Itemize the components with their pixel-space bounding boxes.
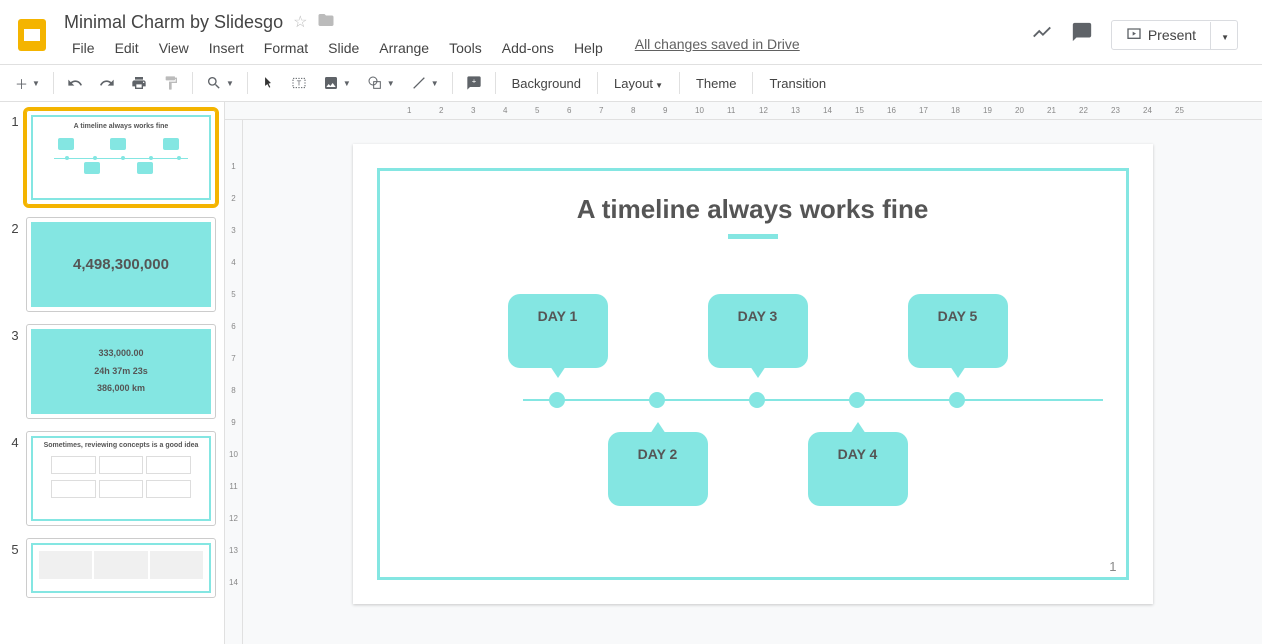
paint-format-button[interactable] xyxy=(156,70,186,96)
day2-box[interactable]: DAY 2 xyxy=(608,432,708,506)
slide-canvas[interactable]: A timeline always works fine DAY 1 DAY 3… xyxy=(353,144,1153,604)
ruler-vertical: 1234567891011121314 xyxy=(225,120,243,644)
undo-button[interactable] xyxy=(60,70,90,96)
slide-thumb-3[interactable]: 333,000.00 24h 37m 23s 386,000 km xyxy=(26,324,216,419)
timeline-line[interactable] xyxy=(523,399,1103,401)
menu-insert[interactable]: Insert xyxy=(201,36,252,60)
menu-edit[interactable]: Edit xyxy=(107,36,147,60)
present-label: Present xyxy=(1148,27,1196,43)
slide-num-2: 2 xyxy=(4,217,26,312)
redo-button[interactable] xyxy=(92,70,122,96)
background-button[interactable]: Background xyxy=(502,71,591,96)
canvas-container[interactable]: A timeline always works fine DAY 1 DAY 3… xyxy=(243,120,1262,644)
day4-box[interactable]: DAY 4 xyxy=(808,432,908,506)
star-icon[interactable]: ☆ xyxy=(293,12,307,32)
timeline-dot[interactable] xyxy=(549,392,565,408)
slide-num-1: 1 xyxy=(4,110,26,205)
menu-bar: File Edit View Insert Format Slide Arran… xyxy=(64,36,1031,60)
new-slide-button[interactable]: ＋▼ xyxy=(8,69,47,98)
menu-tools[interactable]: Tools xyxy=(441,36,490,60)
svg-text:+: + xyxy=(471,77,475,86)
day3-box[interactable]: DAY 3 xyxy=(708,294,808,368)
slide-num-5: 5 xyxy=(4,538,26,598)
toolbar: ＋▼ ▼ T ▼ ▼ ▼ + Background Layout▼ Theme … xyxy=(0,64,1262,102)
image-tool[interactable]: ▼ xyxy=(316,70,358,96)
timeline-dot[interactable] xyxy=(649,392,665,408)
menu-arrange[interactable]: Arrange xyxy=(371,36,437,60)
slide-num-3: 3 xyxy=(4,324,26,419)
title-underline xyxy=(728,234,778,239)
doc-title[interactable]: Minimal Charm by Slidesgo xyxy=(64,12,283,33)
menu-help[interactable]: Help xyxy=(566,36,611,60)
filmstrip[interactable]: 1 A timeline always works fine 2 4,498,3… xyxy=(0,102,225,644)
theme-button[interactable]: Theme xyxy=(686,71,746,96)
menu-slide[interactable]: Slide xyxy=(320,36,367,60)
slide-thumb-1[interactable]: A timeline always works fine xyxy=(26,110,216,205)
comment-button[interactable]: + xyxy=(459,70,489,96)
day1-box[interactable]: DAY 1 xyxy=(508,294,608,368)
drive-status[interactable]: All changes saved in Drive xyxy=(635,36,800,60)
title-area: Minimal Charm by Slidesgo ☆ File Edit Vi… xyxy=(64,11,1031,60)
menu-file[interactable]: File xyxy=(64,36,103,60)
svg-text:T: T xyxy=(297,79,302,88)
present-dropdown[interactable]: ▼ xyxy=(1210,22,1237,49)
slide-thumb-5[interactable] xyxy=(26,538,216,598)
print-button[interactable] xyxy=(124,70,154,96)
comments-icon[interactable] xyxy=(1071,21,1093,49)
menu-view[interactable]: View xyxy=(151,36,197,60)
workspace: 1 A timeline always works fine 2 4,498,3… xyxy=(0,102,1262,644)
day5-box[interactable]: DAY 5 xyxy=(908,294,1008,368)
present-button[interactable]: Present ▼ xyxy=(1111,20,1238,50)
move-folder-icon[interactable] xyxy=(317,11,335,34)
menu-format[interactable]: Format xyxy=(256,36,316,60)
header-right: Present ▼ xyxy=(1031,20,1250,50)
trending-icon[interactable] xyxy=(1031,21,1053,49)
slide-title[interactable]: A timeline always works fine xyxy=(353,194,1153,225)
slides-logo[interactable] xyxy=(12,15,52,55)
ruler-horizontal: 1234567891011121314151617181920212223242… xyxy=(225,102,1262,120)
text-box-tool[interactable]: T xyxy=(284,70,314,96)
shape-tool[interactable]: ▼ xyxy=(360,70,402,96)
timeline-dot[interactable] xyxy=(849,392,865,408)
zoom-button[interactable]: ▼ xyxy=(199,70,241,96)
transition-button[interactable]: Transition xyxy=(759,71,836,96)
page-number: 1 xyxy=(1109,559,1116,574)
header-bar: Minimal Charm by Slidesgo ☆ File Edit Vi… xyxy=(0,0,1262,64)
editor-area: 1234567891011121314151617181920212223242… xyxy=(225,102,1262,644)
menu-addons[interactable]: Add-ons xyxy=(494,36,562,60)
line-tool[interactable]: ▼ xyxy=(404,70,446,96)
layout-button[interactable]: Layout▼ xyxy=(604,71,673,96)
slide-num-4: 4 xyxy=(4,431,26,526)
select-tool[interactable] xyxy=(254,71,282,95)
timeline-dot[interactable] xyxy=(749,392,765,408)
slide-thumb-2[interactable]: 4,498,300,000 xyxy=(26,217,216,312)
slide-thumb-4[interactable]: Sometimes, reviewing concepts is a good … xyxy=(26,431,216,526)
timeline-dot[interactable] xyxy=(949,392,965,408)
